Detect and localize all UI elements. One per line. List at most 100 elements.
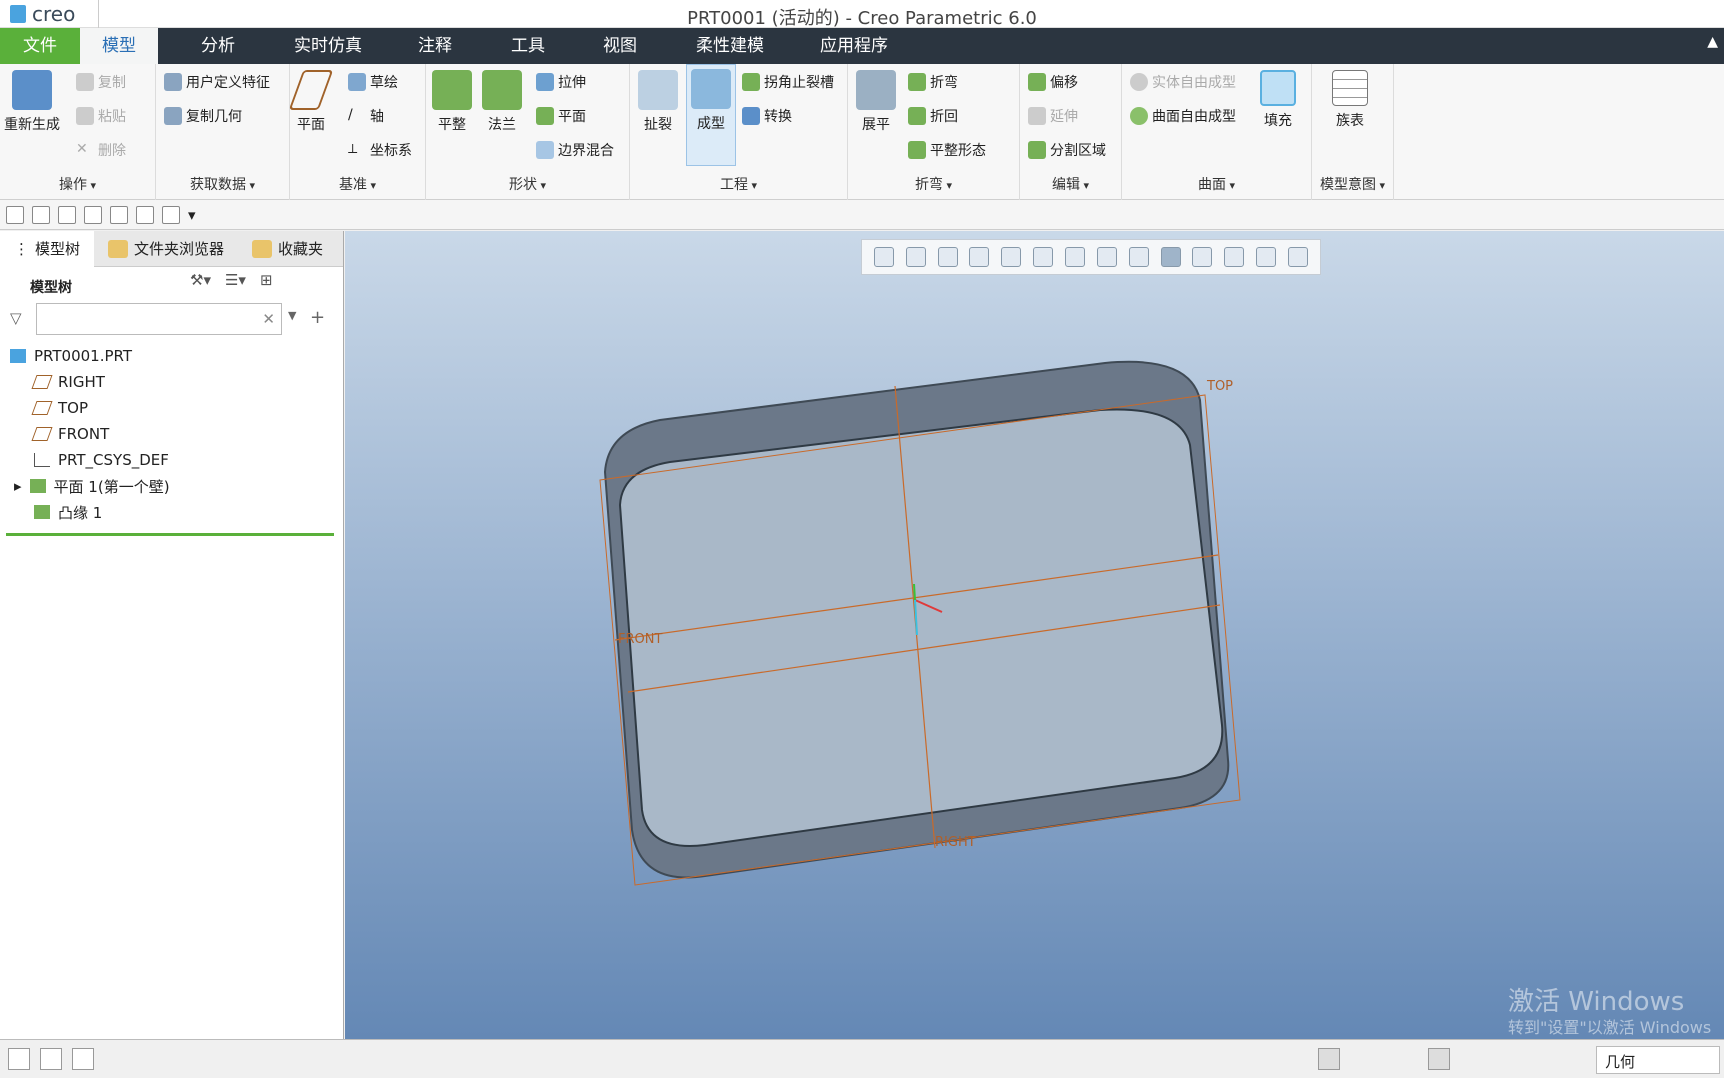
bend-button[interactable]: 折弯 — [908, 72, 958, 92]
add-filter-icon[interactable]: + — [310, 307, 325, 328]
close-window-icon[interactable] — [162, 205, 180, 224]
clear-search-icon[interactable]: ✕ — [262, 310, 275, 328]
tree-columns-icon[interactable]: ☰▾ — [225, 271, 246, 289]
regenerate-button[interactable]: 重新生成 — [4, 70, 60, 134]
favorites-icon — [252, 239, 273, 258]
regenerate-small-icon[interactable] — [110, 205, 128, 224]
copy-button[interactable]: 复制 — [76, 72, 126, 92]
tab-model-tree-label: 模型树 — [35, 240, 81, 258]
undo-icon[interactable] — [58, 205, 76, 224]
datum-plane-button[interactable]: 平面 — [288, 70, 334, 134]
copy-geometry-button[interactable]: 复制几何 — [164, 106, 242, 126]
group-bend: 展平 折弯 折回 平整形态 折弯 — [848, 64, 1020, 200]
fullscreen-icon[interactable] — [72, 1048, 94, 1070]
tab-file[interactable]: 文件 — [0, 28, 80, 64]
udf-button[interactable]: 用户定义特征 — [164, 72, 270, 92]
family-table-button[interactable]: 族表 — [1332, 70, 1368, 130]
tab-flexible[interactable]: 柔性建模 — [680, 28, 780, 64]
tree-item-flange[interactable]: 凸缘 1 — [10, 499, 334, 525]
selection-filter-select[interactable]: 几何 — [1596, 1046, 1720, 1074]
solid-freestyle-label: 实体自由成型 — [1152, 75, 1236, 91]
boundary-blend-label: 边界混合 — [558, 143, 614, 159]
graphics-window[interactable]: TOP FRONT RIGHT 激活 Windows 转到"设置"以激活 Win… — [345, 231, 1724, 1039]
tab-favorites[interactable]: 收藏夹 — [238, 231, 337, 267]
new-icon[interactable] — [6, 205, 24, 224]
delete-button[interactable]: ✕ 删除 — [76, 140, 126, 160]
customize-qat-icon[interactable]: ▾ — [188, 206, 196, 224]
regenerate-icon — [12, 70, 52, 110]
unbend-label: 展平 — [862, 117, 890, 133]
group-shape-label[interactable]: 形状 — [426, 174, 629, 194]
save-icon[interactable] — [32, 205, 50, 224]
tree-item-front[interactable]: FRONT — [10, 421, 334, 447]
expand-arrow-icon[interactable]: ▸ — [14, 477, 22, 495]
group-operations-label[interactable]: 操作 — [0, 174, 155, 194]
shape-plane-button[interactable]: 平面 — [536, 106, 586, 126]
group-engineering-label[interactable]: 工程 — [630, 174, 847, 194]
tab-analysis[interactable]: 分析 — [178, 28, 258, 64]
rip-button[interactable]: 扯裂 — [638, 70, 678, 134]
tab-folder-browser[interactable]: 文件夹浏览器 — [94, 231, 238, 267]
tab-model-tree[interactable]: ⋮ 模型树 — [0, 230, 95, 267]
csys-button[interactable]: ⟂ 坐标系 — [348, 140, 412, 160]
windows-icon[interactable] — [136, 205, 154, 224]
corner-relief-button[interactable]: 拐角止裂槽 — [742, 72, 834, 92]
paste-button[interactable]: 粘贴 — [76, 106, 126, 126]
tab-simulation[interactable]: 实时仿真 — [278, 28, 378, 64]
unbend-button[interactable]: 展平 — [856, 70, 896, 134]
show-browser-icon[interactable] — [40, 1048, 62, 1070]
axis-button[interactable]: / 轴 — [348, 106, 384, 126]
show-navigator-icon[interactable] — [8, 1048, 30, 1070]
solid-freestyle-button[interactable]: 实体自由成型 — [1130, 72, 1236, 92]
flat-button[interactable]: 平整 — [432, 70, 472, 134]
tab-annotate[interactable]: 注释 — [395, 28, 475, 64]
bend-back-button[interactable]: 折回 — [908, 106, 958, 126]
group-model-intent-label[interactable]: 模型意图 — [1312, 174, 1393, 194]
model-view[interactable]: TOP FRONT RIGHT — [345, 231, 1724, 1039]
split-area-button[interactable]: 分割区域 — [1028, 140, 1106, 160]
copy-icon — [76, 73, 94, 91]
tab-view[interactable]: 视图 — [580, 28, 660, 64]
datum-plane-icon — [288, 70, 334, 110]
group-edit-label[interactable]: 编辑 — [1020, 174, 1121, 194]
tree-item-part[interactable]: PRT0001.PRT — [10, 343, 334, 369]
shape-plane-label: 平面 — [558, 109, 586, 125]
tree-filter-icon[interactable]: ⊞ — [260, 271, 273, 289]
group-getdata-label[interactable]: 获取数据 — [156, 174, 289, 194]
tab-model[interactable]: 模型 — [80, 28, 158, 64]
tree-item-right[interactable]: RIGHT — [10, 369, 334, 395]
find-icon[interactable] — [1428, 1048, 1450, 1070]
group-operations: 重新生成 复制 粘贴 ✕ 删除 操作 — [0, 64, 156, 200]
solid-freestyle-icon — [1130, 73, 1148, 91]
convert-button[interactable]: 转换 — [742, 106, 792, 126]
form-button[interactable]: 成型 — [686, 64, 736, 166]
tree-item-label: TOP — [58, 399, 89, 417]
flange-button[interactable]: 法兰 — [482, 70, 522, 134]
search-dropdown-icon[interactable]: ▼ — [288, 309, 296, 322]
flat-pattern-button[interactable]: 平整形态 — [908, 140, 986, 160]
flat-label: 平整 — [438, 117, 466, 133]
flange-feature-icon — [34, 505, 50, 519]
insert-indicator[interactable] — [6, 533, 334, 536]
offset-button[interactable]: 偏移 — [1028, 72, 1078, 92]
tree-search-input[interactable]: ✕ — [36, 303, 282, 335]
regenerate-status-icon[interactable] — [1318, 1048, 1340, 1070]
regenerate-label: 重新生成 — [4, 117, 60, 133]
group-datum-label[interactable]: 基准 — [290, 174, 425, 194]
extrude-button[interactable]: 拉伸 — [536, 72, 586, 92]
group-bend-label[interactable]: 折弯 — [848, 174, 1019, 194]
sketch-button[interactable]: 草绘 — [348, 72, 398, 92]
extend-button[interactable]: 延伸 — [1028, 106, 1078, 126]
fill-button[interactable]: 填充 — [1260, 70, 1296, 130]
tree-settings-icon[interactable]: ⚒▾ — [190, 271, 211, 289]
tab-tools[interactable]: 工具 — [488, 28, 568, 64]
tree-item-csys[interactable]: PRT_CSYS_DEF — [10, 447, 334, 473]
collapse-ribbon-icon[interactable]: ▲ — [1707, 34, 1718, 50]
surface-freestyle-button[interactable]: 曲面自由成型 — [1130, 106, 1236, 126]
tree-item-top[interactable]: TOP — [10, 395, 334, 421]
group-surface-label[interactable]: 曲面 — [1122, 174, 1311, 194]
tree-item-flat-wall[interactable]: ▸ 平面 1(第一个壁) — [10, 473, 334, 499]
redo-icon[interactable] — [84, 205, 102, 224]
boundary-blend-button[interactable]: 边界混合 — [536, 140, 614, 160]
tab-applications[interactable]: 应用程序 — [800, 28, 908, 64]
